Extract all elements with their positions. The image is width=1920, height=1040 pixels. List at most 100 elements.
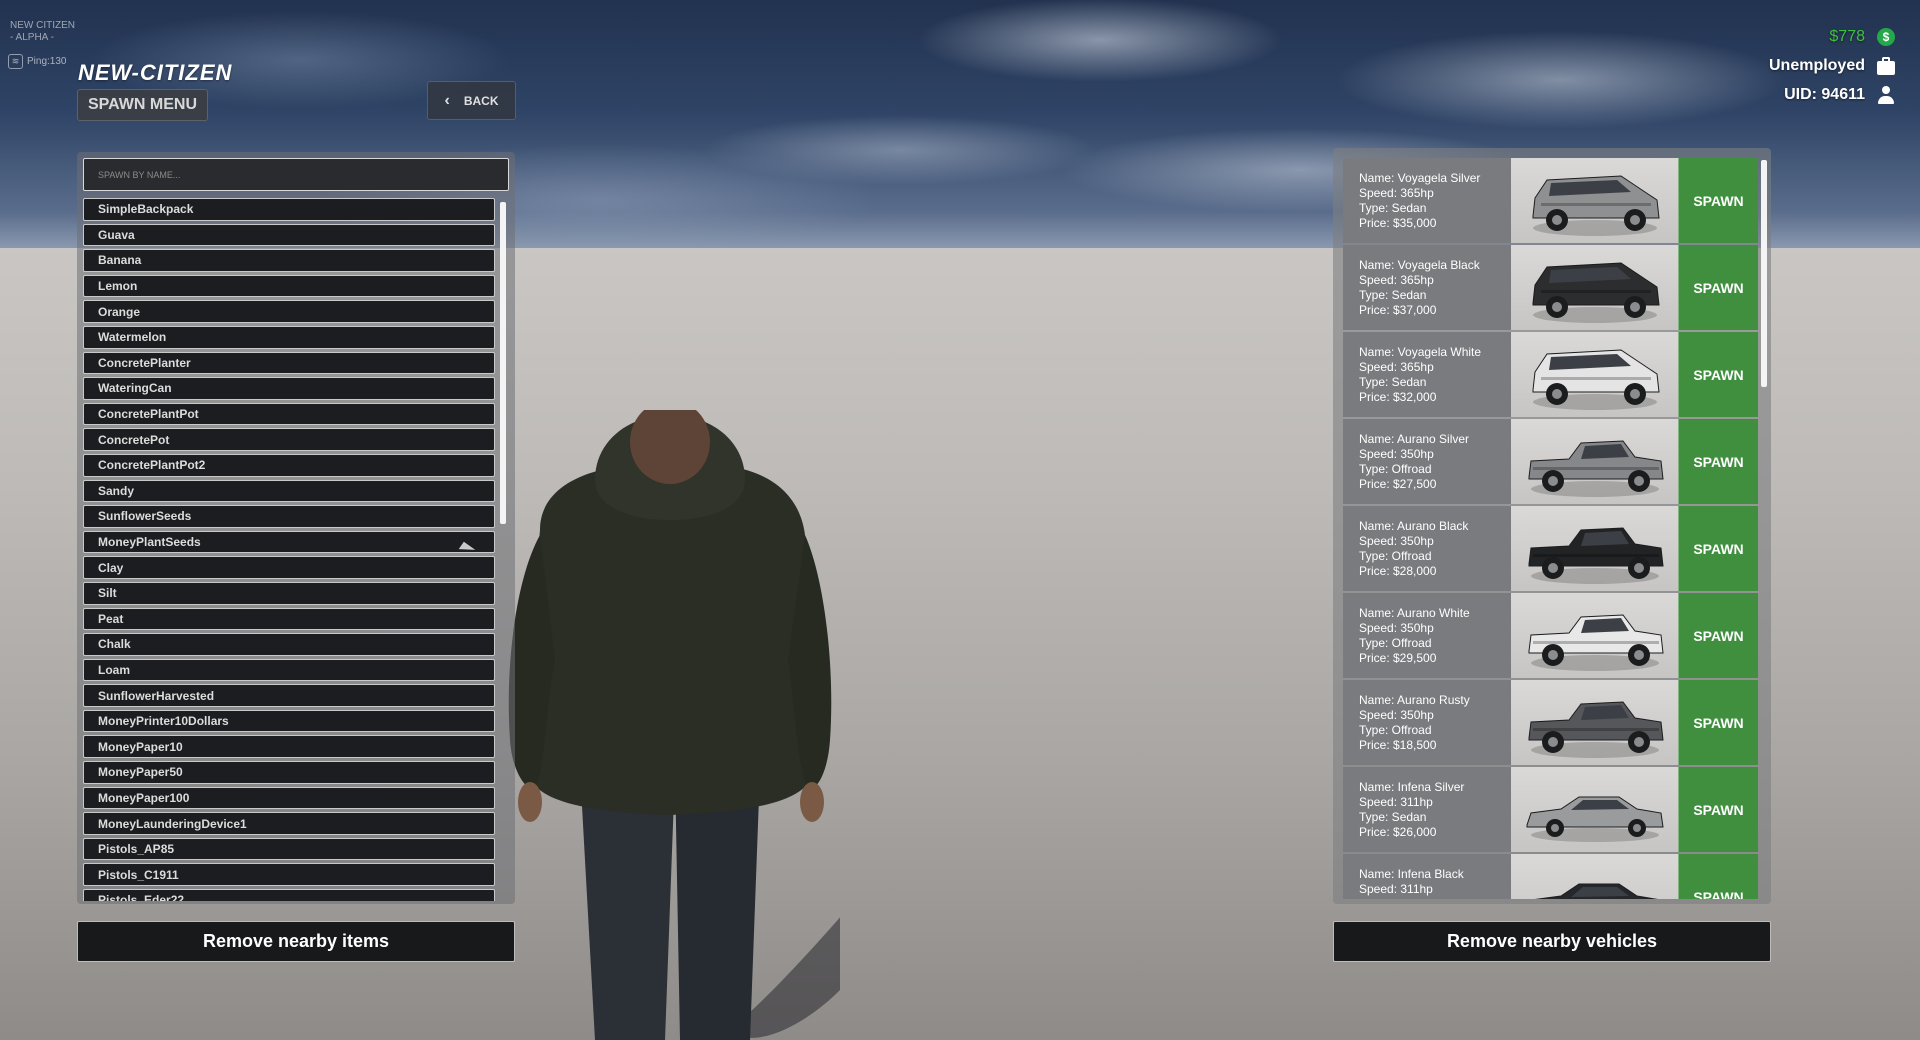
item-search-input[interactable]: SPAWN BY NAME...	[83, 158, 509, 191]
remove-nearby-vehicles-button[interactable]: Remove nearby vehicles	[1333, 921, 1771, 962]
item-row[interactable]: ConcretePot	[83, 428, 495, 451]
item-row[interactable]: Pistols_C1911	[83, 863, 495, 887]
back-button[interactable]: ‹ BACK	[427, 81, 516, 120]
spawn-vehicle-button[interactable]: SPAWN	[1678, 245, 1758, 330]
vehicle-price: Price: $18,500	[1359, 738, 1437, 752]
job-row: Unemployed	[1769, 55, 1895, 77]
vehicle-price: Price: $28,000	[1359, 564, 1437, 578]
vehicle-speed: Speed: 350hp	[1359, 447, 1434, 461]
item-row[interactable]: Watermelon	[83, 325, 495, 349]
user-icon	[1877, 86, 1895, 104]
item-row[interactable]: SunflowerHarvested	[83, 684, 495, 707]
vehicle-name: Name: Voyagela White	[1359, 345, 1482, 359]
vehicle-type: Type: Offroad	[1359, 636, 1432, 650]
vehicle-speed: Speed: 350hp	[1359, 534, 1434, 548]
vehicle-price: Price: $29,500	[1359, 651, 1437, 665]
vehicle-type: Type: Sedan	[1359, 375, 1427, 389]
build-info: NEW CITIZEN - ALPHA -	[10, 20, 75, 44]
spawn-vehicle-button[interactable]: SPAWN	[1678, 158, 1758, 243]
item-row[interactable]: MoneyPaper100	[83, 786, 495, 810]
vehicle-type: Type: Sedan	[1359, 897, 1511, 899]
vehicle-thumbnail	[1511, 419, 1678, 504]
vehicle-type: Type: Offroad	[1359, 723, 1432, 737]
item-row[interactable]: Peat	[83, 607, 495, 631]
item-row[interactable]: Lemon	[83, 274, 495, 298]
item-row[interactable]: Pistols_AP85	[83, 837, 495, 861]
spawn-vehicle-button[interactable]: SPAWN	[1678, 506, 1758, 591]
job-title: Unemployed	[1768, 57, 1865, 74]
vehicle-card: Name: Aurano Rusty Speed: 350hp Type: Offr…	[1343, 680, 1758, 765]
remove-nearby-items-button[interactable]: Remove nearby items	[77, 921, 515, 962]
item-row[interactable]: ConcretePlantPot2	[83, 453, 495, 477]
item-row[interactable]: Orange	[83, 300, 495, 323]
ping-text: Ping:130	[27, 56, 67, 67]
vehicle-thumbnail	[1511, 158, 1678, 243]
vehicle-thumbnail	[1511, 332, 1678, 417]
vehicle-info: Name: Voyagela White Speed: 365hp Type: Se…	[1343, 332, 1511, 417]
vehicle-name: Name: Aurano Silver	[1359, 432, 1470, 446]
dollar-coin-icon: $	[1877, 28, 1895, 46]
spawn-vehicle-button[interactable]: SPAWN	[1678, 332, 1758, 417]
vehicle-card: Name: Aurano Silver Speed: 350hp Type: Off…	[1343, 419, 1758, 504]
item-row[interactable]: Loam	[83, 658, 495, 682]
item-row[interactable]: MoneyPaper50	[83, 761, 495, 784]
game-logo: NEW-CITIZEN	[78, 60, 233, 85]
vehicle-name: Name: Infena Black	[1359, 867, 1464, 881]
item-row[interactable]: MoneyPlantSeeds	[83, 530, 495, 554]
vehicle-name: Name: Voyagela Silver	[1359, 171, 1481, 185]
vehicle-thumbnail	[1511, 680, 1678, 765]
back-label: BACK	[463, 93, 499, 108]
item-row[interactable]: Pistols_Eder22	[83, 889, 495, 901]
item-row[interactable]: MoneyPaper10	[83, 735, 495, 759]
item-row[interactable]: WateringCan	[83, 377, 495, 400]
vehicle-card: Name: Infena Silver Speed: 311hp Type: Sed…	[1343, 767, 1758, 852]
item-row[interactable]: SunflowerSeeds	[83, 505, 495, 528]
vehicle-type: Type: Sedan	[1359, 810, 1427, 824]
uid-row: UID: 94611	[1769, 84, 1895, 106]
spawn-vehicle-button[interactable]: SPAWN	[1678, 854, 1758, 899]
vehicle-card: Name: Voyagela Silver Speed: 365hp Type: S…	[1343, 158, 1758, 243]
item-list-scrollbar[interactable]	[500, 202, 506, 524]
item-row[interactable]: MoneyLaunderingDevice1	[83, 812, 495, 835]
item-row[interactable]: MoneyPrinter10Dollars	[83, 709, 495, 733]
vehicle-card: Name: Voyagela Black Speed: 365hp Type: Se…	[1343, 245, 1758, 330]
item-row[interactable]: Clay	[83, 556, 495, 579]
spawn-vehicle-button[interactable]: SPAWN	[1678, 767, 1758, 852]
item-spawn-panel: SPAWN BY NAME... SimpleBackpack Guava Bana…	[77, 152, 515, 904]
vehicle-card: Name: Voyagela White Speed: 365hp Type: Se…	[1343, 332, 1758, 417]
vehicle-thumbnail	[1511, 854, 1678, 899]
vehicle-type: Type: Offroad	[1359, 549, 1432, 563]
item-row[interactable]: Guava	[83, 223, 495, 247]
vehicle-speed: Speed: 350hp	[1359, 708, 1434, 722]
vehicle-name: Name: Aurano Rusty	[1359, 693, 1470, 707]
vehicle-list-scrollbar[interactable]	[1761, 160, 1767, 387]
vehicle-card: Name: Infena BlackSpeed: 311hpType: Seda…	[1343, 854, 1758, 899]
item-row[interactable]: Sandy	[83, 479, 495, 503]
item-row[interactable]: ConcretePlantPot	[83, 402, 495, 426]
vehicle-thumbnail	[1511, 245, 1678, 330]
vehicle-list[interactable]: Name: Voyagela Silver Speed: 365hp Type: S…	[1343, 158, 1758, 899]
network-icon: ≋	[8, 54, 23, 69]
vehicle-speed: Speed: 365hp	[1359, 273, 1434, 287]
money-row: $778 $	[1769, 26, 1895, 48]
item-row[interactable]: Chalk	[83, 633, 495, 656]
vehicle-info: Name: Infena Silver Speed: 311hp Type: Sed…	[1343, 767, 1511, 852]
item-row[interactable]: Banana	[83, 249, 495, 272]
spawn-vehicle-button[interactable]: SPAWN	[1678, 419, 1758, 504]
vehicle-spawn-panel: Name: Voyagela Silver Speed: 365hp Type: S…	[1333, 148, 1771, 904]
vehicle-speed: Speed: 350hp	[1359, 621, 1434, 635]
item-row[interactable]: SimpleBackpack	[83, 198, 495, 221]
vehicle-card: Name: Aurano Black Speed: 350hp Type: Offr…	[1343, 506, 1758, 591]
user-id: UID: 94611	[1784, 86, 1865, 103]
vehicle-info: Name: Aurano Silver Speed: 350hp Type: Off…	[1343, 419, 1511, 504]
spawn-vehicle-button[interactable]: SPAWN	[1678, 680, 1758, 765]
chevron-left-icon: ‹	[444, 91, 450, 109]
item-list[interactable]: SimpleBackpack Guava Banana Lemon Orange Wate…	[83, 198, 495, 901]
item-row[interactable]: Silt	[83, 581, 495, 605]
vehicle-speed: Speed: 365hp	[1359, 186, 1434, 200]
item-row[interactable]: ConcretePlanter	[83, 351, 495, 375]
build-channel: - ALPHA -	[10, 32, 54, 43]
build-game-name: NEW CITIZEN	[10, 20, 75, 31]
vehicle-type: Type: Sedan	[1359, 201, 1427, 215]
spawn-vehicle-button[interactable]: SPAWN	[1678, 593, 1758, 678]
